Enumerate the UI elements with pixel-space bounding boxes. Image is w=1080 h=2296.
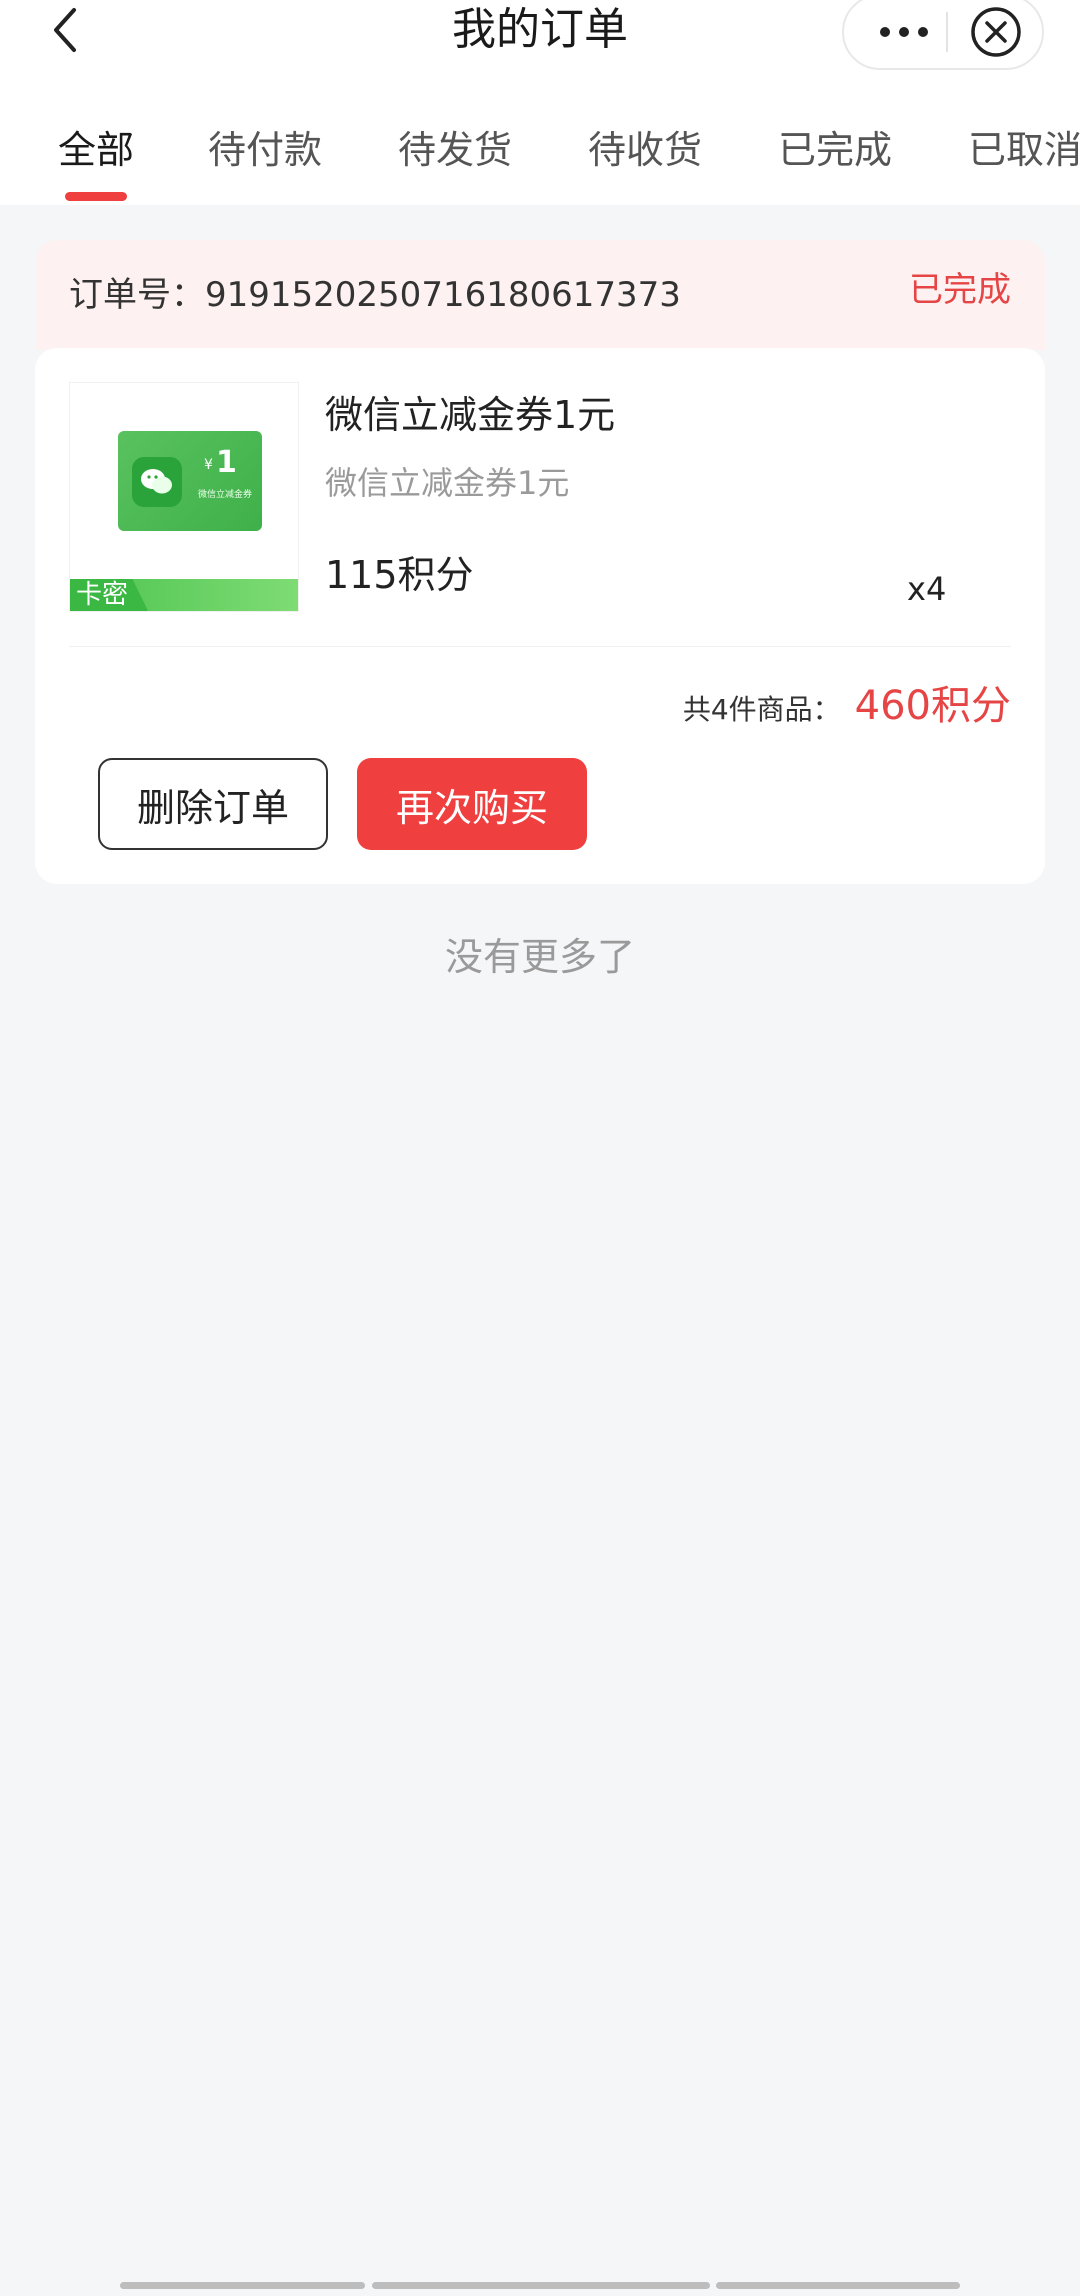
item-subtitle: 微信立减金券1元 (325, 464, 570, 502)
summary-total: 460积分 (854, 683, 1011, 729)
item-price: 115积分 (325, 553, 474, 597)
more-dots-icon (880, 27, 928, 37)
scroll-bar-segment (716, 2282, 960, 2289)
order-tabs: 全部 待付款 待发货 待收货 已完成 已取消 (0, 110, 1080, 205)
coupon-caption: 微信立减金券 (198, 490, 253, 500)
order-summary: 共4件商品： 460积分 (683, 673, 1011, 731)
top-bar: 我的订单 全部 待付款 待发货 待收货 已完成 已取消 (0, 0, 1080, 205)
scroll-bar-segment (372, 2282, 710, 2289)
delete-order-button[interactable]: 删除订单 (98, 758, 328, 850)
close-button[interactable] (964, 0, 1028, 68)
coupon-yen: ¥ (204, 457, 213, 473)
divider (69, 646, 1011, 647)
tab-all[interactable]: 全部 (58, 120, 134, 180)
tab-pending-shipment[interactable]: 待发货 (398, 120, 512, 180)
tab-cancelled[interactable]: 已取消 (968, 120, 1080, 180)
summary-label: 共4件商品： (682, 693, 841, 726)
active-tab-indicator (65, 192, 127, 201)
order-number-label: 订单号： (69, 275, 205, 315)
order-status: 已完成 (909, 270, 1011, 310)
close-circle-icon (971, 7, 1021, 57)
order-number: 订单号：9191520250716180617373 (69, 240, 681, 350)
scroll-bar-segment (120, 2282, 365, 2289)
no-more-text: 没有更多了 (444, 935, 635, 979)
card-key-label: 卡密 (76, 580, 129, 610)
mini-program-capsule (842, 0, 1044, 70)
tab-completed[interactable]: 已完成 (778, 120, 892, 180)
more-button[interactable] (862, 0, 946, 68)
tab-pending-receipt[interactable]: 待收货 (588, 120, 702, 180)
tab-pending-payment[interactable]: 待付款 (208, 120, 322, 180)
order-card[interactable]: ¥ 1 微信立减金券 卡密 微信立减金券1元 微信立减金券1元 115积分 x4… (35, 348, 1045, 884)
order-header: 订单号：9191520250716180617373 已完成 (35, 240, 1045, 350)
capsule-divider (946, 12, 948, 52)
item-quantity: x4 (907, 570, 947, 608)
item-title[interactable]: 微信立减金券1元 (325, 384, 615, 439)
coupon-image: ¥ 1 微信立减金券 (118, 431, 262, 531)
coupon-value: 1 (216, 445, 237, 480)
order-number-value: 9191520250716180617373 (205, 275, 681, 315)
product-thumbnail[interactable]: ¥ 1 微信立减金券 卡密 (69, 382, 299, 612)
buy-again-button[interactable]: 再次购买 (357, 758, 587, 850)
bottom-scroll-indicator (0, 2282, 1080, 2290)
wechat-icon (132, 457, 182, 507)
